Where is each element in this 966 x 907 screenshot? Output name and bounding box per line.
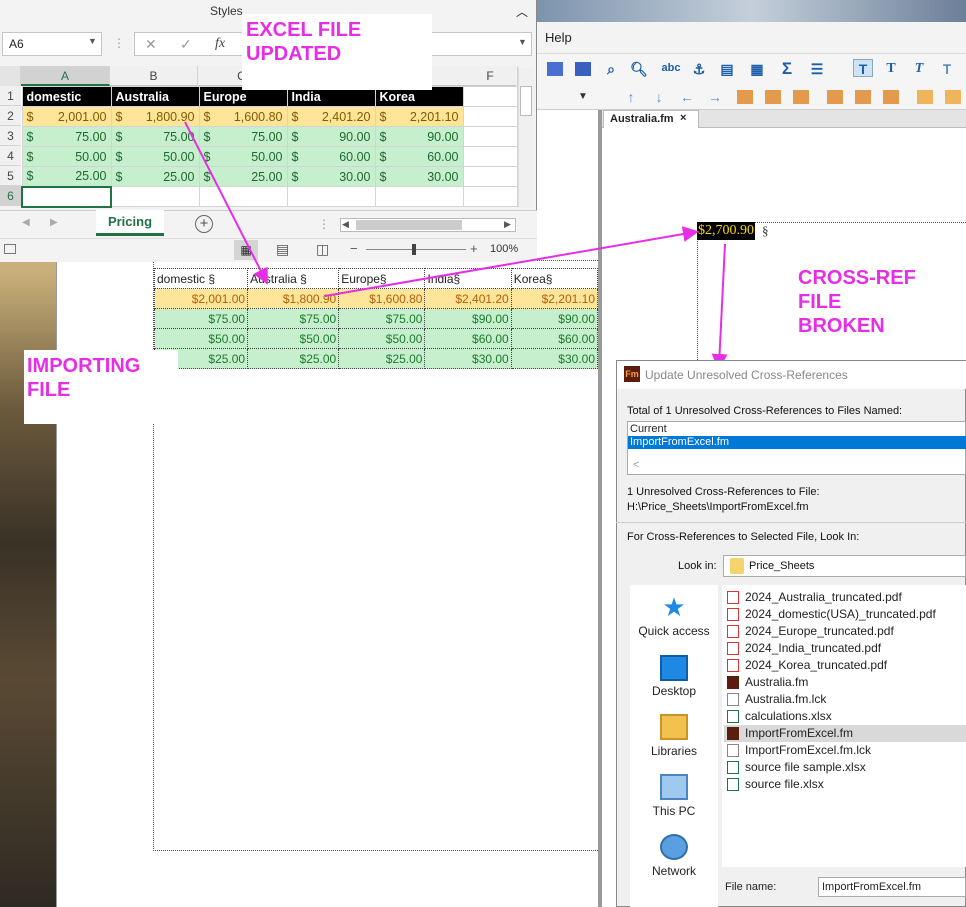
framemaker-app-icon: Fm — [624, 366, 640, 382]
file-name-label: File name: — [725, 881, 777, 893]
this-pc-icon[interactable] — [660, 774, 688, 800]
look-in-label: Look in: — [678, 560, 717, 572]
file-name: calculations.xlsx — [745, 709, 832, 723]
place-desktop[interactable]: Desktop — [630, 684, 718, 698]
pdf-file-icon — [727, 625, 739, 638]
file-name-input[interactable]: ImportFromExcel.fm — [818, 877, 966, 897]
excel-file-icon — [727, 778, 739, 791]
file-name: Australia.fm — [745, 675, 809, 689]
desktop-icon[interactable] — [660, 655, 688, 681]
file-name: 2024_India_truncated.pdf — [745, 641, 882, 655]
pdf-file-icon — [727, 659, 739, 672]
file-name: source file.xlsx — [745, 777, 824, 791]
place-this-pc[interactable]: This PC — [630, 804, 718, 818]
dialog-title: Update Unresolved Cross-References — [645, 368, 848, 382]
unresolved-path: H:\Price_Sheets\ImportFromExcel.fm — [627, 501, 809, 513]
lock-file-icon — [727, 744, 739, 757]
list-item-selected[interactable]: ImportFromExcel.fm — [628, 436, 966, 449]
excel-file-icon — [727, 710, 739, 723]
file-item[interactable]: source file.xlsx — [724, 776, 966, 793]
file-item[interactable]: Australia.fm — [724, 674, 966, 691]
place-libraries[interactable]: Libraries — [630, 744, 718, 758]
file-item[interactable]: 2024_India_truncated.pdf — [724, 640, 966, 657]
file-item[interactable]: Australia.fm.lck — [724, 691, 966, 708]
look-in-value: Price_Sheets — [749, 560, 815, 572]
file-name: 2024_domestic(USA)_truncated.pdf — [745, 607, 936, 621]
lock-file-icon — [727, 693, 739, 706]
total-files-label: Total of 1 Unresolved Cross-References t… — [627, 405, 903, 417]
file-item[interactable]: calculations.xlsx — [724, 708, 966, 725]
excel-file-icon — [727, 761, 739, 774]
framemaker-file-icon — [727, 676, 739, 689]
divider — [616, 522, 966, 523]
pdf-file-icon — [727, 591, 739, 604]
arrow-xref-to-dialog — [711, 243, 728, 370]
pdf-file-icon — [727, 608, 739, 621]
look-in-instructions: For Cross-References to Selected File, L… — [627, 531, 860, 543]
file-item[interactable]: 2024_domestic(USA)_truncated.pdf — [724, 606, 966, 623]
libraries-icon[interactable] — [660, 714, 688, 740]
file-name: source file sample.xlsx — [745, 760, 866, 774]
file-name: Australia.fm.lck — [745, 692, 827, 706]
file-name: ImportFromExcel.fm — [745, 726, 854, 740]
arrow-table-to-xref — [324, 226, 699, 297]
pdf-file-icon — [727, 642, 739, 655]
list-scroll-left-icon[interactable]: < — [633, 459, 639, 471]
file-item[interactable]: 2024_Europe_truncated.pdf — [724, 623, 966, 640]
file-item[interactable]: 2024_Korea_truncated.pdf — [724, 657, 966, 674]
file-item[interactable]: source file sample.xlsx — [724, 759, 966, 776]
network-globe-icon[interactable] — [660, 834, 688, 860]
file-item[interactable]: ImportFromExcel.fm.lck — [724, 742, 966, 759]
folder-icon — [730, 558, 744, 574]
file-name: 2024_Australia_truncated.pdf — [745, 590, 902, 604]
file-name: 2024_Korea_truncated.pdf — [745, 658, 888, 672]
arrow-excel-to-table — [184, 121, 268, 285]
unresolved-count-label: 1 Unresolved Cross-References to File: — [627, 486, 820, 498]
place-network[interactable]: Network — [630, 864, 718, 878]
file-name: ImportFromExcel.fm.lck — [745, 743, 872, 757]
file-item-selected[interactable]: ImportFromExcel.fm — [724, 725, 966, 742]
quick-access-star-icon[interactable]: ★ — [660, 594, 688, 620]
file-name: 2024_Europe_truncated.pdf — [745, 624, 894, 638]
list-item[interactable]: Current — [628, 423, 966, 436]
file-item[interactable]: 2024_Australia_truncated.pdf — [724, 589, 966, 606]
framemaker-file-icon — [727, 727, 739, 740]
place-quick-access[interactable]: Quick access — [630, 624, 718, 638]
